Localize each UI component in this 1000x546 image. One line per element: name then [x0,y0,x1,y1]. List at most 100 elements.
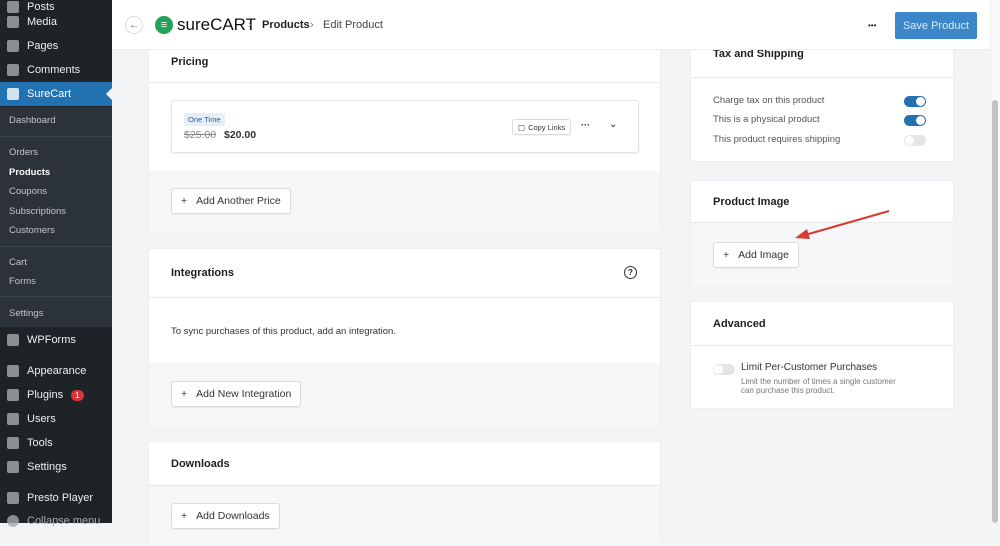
advanced-card: Advanced Limit Per-Customer Purchases Li… [690,301,954,409]
submenu-customers[interactable]: Customers [9,225,55,236]
submenu-products[interactable]: Products [9,167,50,178]
breadcrumb-products[interactable]: Products [262,19,310,31]
charge-tax-toggle[interactable] [904,96,926,107]
play-icon [7,492,19,504]
update-badge: 1 [71,389,84,401]
chevron-right-icon: › [248,19,252,31]
back-button[interactable]: ← [125,16,143,34]
integrations-text: To sync purchases of this product, add a… [171,326,396,337]
downloads-card: Downloads + Add Downloads [148,441,661,546]
price-row[interactable]: One Time $25.00 $20.00 ▢ Copy Links ··· ⌄ [171,100,639,153]
scrollbar-thumb[interactable] [992,100,998,523]
label: Users [27,413,56,425]
label: Settings [27,461,67,473]
collapse-icon [7,515,19,527]
submenu-coupons[interactable]: Coupons [9,186,47,197]
clipboard-icon: ▢ [518,122,526,132]
limit-desc-1: Limit the number of times a single custo… [741,377,896,386]
label: SureCart [27,88,72,100]
logo-text: sureCART [177,15,257,34]
media-icon [7,16,19,28]
surecart-logo-icon: ≡ [155,16,173,34]
old-price: $25.00 [184,129,217,141]
plus-icon: + [723,249,730,261]
card-title: Downloads [149,442,660,486]
label: Add Image [738,249,789,261]
settings-icon [7,461,19,473]
card-footer: + Add Another Price [149,171,660,231]
integrations-card: Integrations ? To sync purchases of this… [148,248,661,426]
label: Add Another Price [196,195,281,207]
more-options-button[interactable]: ••• [868,21,876,30]
sidebar-item-tools[interactable]: Tools [0,431,112,455]
chevron-down-icon[interactable]: ⌄ [609,119,617,130]
submenu-forms[interactable]: Forms [9,276,36,287]
surecart-icon [7,88,19,100]
physical-option-label: This is a physical product [713,114,820,125]
label: Media [27,16,57,28]
help-icon[interactable]: ? [624,266,637,279]
sidebar-item-presto-player[interactable]: Presto Player [0,486,112,510]
label: Presto Player [27,492,94,504]
plus-icon: + [181,510,188,522]
sidebar-item-surecart[interactable]: SureCart [0,82,112,106]
label: Add Downloads [196,510,270,522]
add-image-button[interactable]: + Add Image [713,242,799,268]
price-type-badge: One Time [184,113,225,126]
label: Pages [27,40,59,52]
chevron-right-icon: › [310,19,314,31]
card-title: Integrations [149,249,660,298]
admin-sidebar: Posts Media Pages Comments SureCart Dash… [0,0,112,527]
comment-icon [7,64,19,76]
label: WPForms [27,334,76,346]
sidebar-item-media[interactable]: Media [0,10,112,34]
label: Appearance [27,365,87,377]
add-downloads-button[interactable]: + Add Downloads [171,503,280,529]
sidebar-item-users[interactable]: Users [0,407,112,431]
arrow-line [804,210,890,236]
sidebar-item-appearance[interactable]: Appearance [0,359,112,383]
plugin-icon [7,389,19,401]
sidebar-item-wpforms[interactable]: WPForms [0,328,112,352]
label: Collapse menu [27,515,101,527]
user-icon [7,413,19,425]
requires-shipping-toggle[interactable] [904,135,926,146]
wrench-icon [7,437,19,449]
pricing-card: Pricing One Time $25.00 $20.00 ▢ Copy Lin… [148,30,661,231]
shipping-option-label: This product requires shipping [713,134,841,145]
submenu-dashboard[interactable]: Dashboard [9,115,55,126]
arrow-left-icon: ← [129,19,139,31]
sidebar-item-comments[interactable]: Comments [0,58,112,82]
breadcrumb-edit-product: Edit Product [323,19,383,31]
tax-option-label: Charge tax on this product [713,95,825,106]
add-another-price-button[interactable]: + Add Another Price [171,188,291,214]
card-title: Advanced [691,302,953,346]
wpforms-icon [7,334,19,346]
surecart-submenu: Dashboard Orders Products Coupons Subscr… [0,107,112,327]
annotation-arrow [795,210,890,239]
submenu-orders[interactable]: Orders [9,147,38,158]
more-icon[interactable]: ··· [581,120,590,130]
physical-product-toggle[interactable] [904,115,926,126]
sidebar-item-pages[interactable]: Pages [0,34,112,58]
surecart-logo: ≡ sureCART [155,15,256,35]
add-new-integration-button[interactable]: + Add New Integration [171,381,302,407]
pages-icon [7,40,19,52]
plus-icon: + [181,388,188,400]
brush-icon [7,365,19,377]
label: Add New Integration [196,388,292,400]
label: Copy Links [528,122,566,132]
card-footer: + Add New Integration [149,363,660,426]
price: $20.00 [224,129,257,141]
sidebar-item-plugins[interactable]: Plugins 1 [0,383,112,407]
save-product-button[interactable]: Save Product [895,12,977,39]
collapse-menu[interactable]: Collapse menu [0,509,112,533]
submenu-cart[interactable]: Cart [9,257,27,268]
submenu-subscriptions[interactable]: Subscriptions [9,206,66,217]
limit-purchases-toggle[interactable] [713,364,735,375]
limit-desc-2: can purchase this product. [741,386,835,395]
label: Comments [27,64,81,76]
copy-links-button[interactable]: ▢ Copy Links [512,119,572,135]
sidebar-item-settings[interactable]: Settings [0,455,112,479]
submenu-settings[interactable]: Settings [9,308,43,319]
